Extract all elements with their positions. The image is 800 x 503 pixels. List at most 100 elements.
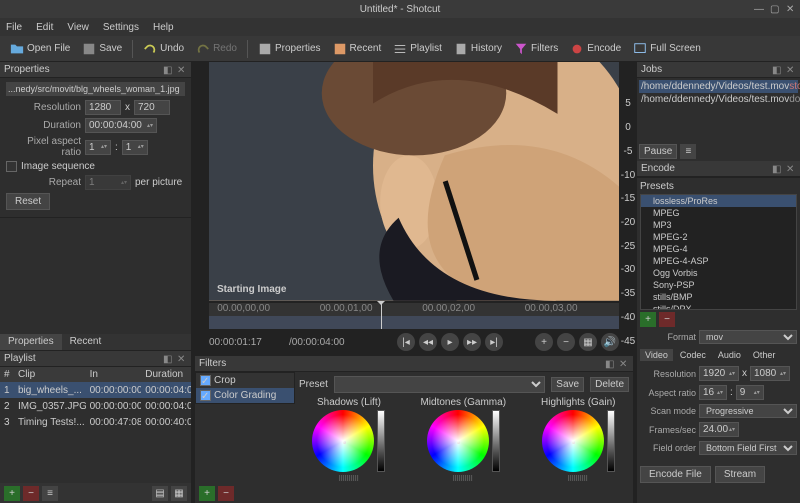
shadows-luma-slider[interactable] <box>377 410 385 472</box>
preset-item[interactable]: MPEG <box>641 207 796 219</box>
zoom-out-button[interactable]: − <box>557 333 575 351</box>
menu-button[interactable]: ≡ <box>42 486 58 501</box>
undock-icon[interactable]: ◧ <box>605 359 615 369</box>
zoom-in-button[interactable]: + <box>535 333 553 351</box>
field-order-select[interactable]: Bottom Field First <box>699 441 797 455</box>
recent-button[interactable]: Recent <box>329 40 386 58</box>
close-icon[interactable]: ✕ <box>786 4 796 14</box>
midtones-color-wheel[interactable] <box>427 410 489 472</box>
midtones-luma-slider[interactable] <box>492 410 500 472</box>
undo-button[interactable]: Undo <box>139 40 188 58</box>
close-panel-icon[interactable]: ✕ <box>619 359 629 369</box>
grip-icon[interactable] <box>568 475 588 481</box>
preset-item[interactable]: MPEG-2 <box>641 231 796 243</box>
preset-item[interactable]: Ogg Vorbis <box>641 267 796 279</box>
enc-ar-b[interactable]: 9▴▾ <box>736 385 764 400</box>
resolution-height[interactable]: 720 <box>134 100 170 115</box>
view-list-button[interactable]: ▤ <box>152 486 168 501</box>
undock-icon[interactable]: ◧ <box>163 65 173 75</box>
preset-item[interactable]: stills/DPX <box>641 303 796 310</box>
fps-field[interactable]: 24.00▴▾ <box>699 422 739 437</box>
image-sequence-checkbox[interactable] <box>6 161 17 172</box>
tab-audio[interactable]: Audio <box>713 349 746 361</box>
volume-button[interactable]: 🔊 <box>601 333 619 351</box>
history-button[interactable]: History <box>450 40 506 58</box>
highlights-luma-slider[interactable] <box>607 410 615 472</box>
timeline[interactable]: 00.00,00,00 00.00,01,00 00.00,02,00 00.0… <box>209 303 619 329</box>
close-panel-icon[interactable]: ✕ <box>177 65 187 75</box>
pause-jobs-button[interactable]: Pause <box>639 144 677 159</box>
close-panel-icon[interactable]: ✕ <box>177 354 187 364</box>
playlist-button[interactable]: Playlist <box>389 40 446 58</box>
menu-view[interactable]: View <box>67 22 89 33</box>
playlist-row[interactable]: 1big_wheels_...00:00:00:0000:00:04:00 <box>0 382 191 398</box>
encode-file-button[interactable]: Encode File <box>640 466 711 483</box>
close-panel-icon[interactable]: ✕ <box>786 164 796 174</box>
stream-button[interactable]: Stream <box>715 466 765 483</box>
fullscreen-button[interactable]: Full Screen <box>629 40 705 58</box>
par-a[interactable]: 1▴▾ <box>85 140 111 155</box>
job-row[interactable]: /home/ddennedy/Videos/test.movstopped <box>639 80 798 93</box>
remove-filter-button[interactable]: − <box>218 486 234 501</box>
grip-icon[interactable] <box>339 475 359 481</box>
resolution-width[interactable]: 1280 <box>85 100 121 115</box>
video-preview[interactable]: Starting Image <box>209 62 619 301</box>
add-button[interactable]: + <box>4 486 20 501</box>
preset-item[interactable]: MPEG-4 <box>641 243 796 255</box>
undock-icon[interactable]: ◧ <box>772 65 782 75</box>
open-file-button[interactable]: Open File <box>6 40 74 58</box>
minimize-icon[interactable]: — <box>754 4 764 14</box>
duration-field[interactable]: 00:00:04:00▴▾ <box>85 118 157 133</box>
menu-help[interactable]: Help <box>153 22 174 33</box>
close-panel-icon[interactable]: ✕ <box>786 65 796 75</box>
menu-file[interactable]: File <box>6 22 22 33</box>
undock-icon[interactable]: ◧ <box>163 354 173 364</box>
playlist-row[interactable]: 3Timing Tests!...00:00:47:0800:00:40:08 <box>0 414 191 430</box>
menu-settings[interactable]: Settings <box>103 22 139 33</box>
skip-end-button[interactable]: ▸| <box>485 333 503 351</box>
filter-item-crop[interactable]: ✓Crop <box>196 373 294 388</box>
jobs-menu-button[interactable]: ≡ <box>680 144 696 159</box>
save-button[interactable]: Save <box>78 40 126 58</box>
maximize-icon[interactable]: ▢ <box>770 4 780 14</box>
shadows-color-wheel[interactable] <box>312 410 374 472</box>
preset-item[interactable]: MPEG-4-ASP <box>641 255 796 267</box>
view-grid-button[interactable]: ▦ <box>171 486 187 501</box>
grid-button[interactable]: ▦ <box>579 333 597 351</box>
menu-edit[interactable]: Edit <box>36 22 53 33</box>
enc-res-w[interactable]: 1920▴▾ <box>699 366 739 381</box>
tab-recent[interactable]: Recent <box>62 334 110 350</box>
add-preset-button[interactable]: + <box>640 312 656 327</box>
format-select[interactable]: mov <box>699 330 797 344</box>
tab-properties[interactable]: Properties <box>0 334 62 350</box>
preset-item[interactable]: lossless/ProRes <box>641 195 796 207</box>
redo-button[interactable]: Redo <box>192 40 241 58</box>
rewind-button[interactable]: ◂◂ <box>419 333 437 351</box>
encode-button[interactable]: Encode <box>566 40 625 58</box>
enc-ar-a[interactable]: 16▴▾ <box>699 385 727 400</box>
scan-mode-select[interactable]: Progressive <box>699 404 797 418</box>
grip-icon[interactable] <box>453 475 473 481</box>
preset-item[interactable]: stills/BMP <box>641 291 796 303</box>
reset-button[interactable]: Reset <box>6 193 50 210</box>
play-button[interactable]: ▸ <box>441 333 459 351</box>
save-preset-button[interactable]: Save <box>551 377 584 392</box>
delete-preset-button[interactable]: Delete <box>590 377 629 392</box>
skip-start-button[interactable]: |◂ <box>397 333 415 351</box>
preset-item[interactable]: Sony-PSP <box>641 279 796 291</box>
playlist-row[interactable]: 2IMG_0357.JPG00:00:00:0000:00:04:00 <box>0 398 191 414</box>
properties-button[interactable]: Properties <box>254 40 325 58</box>
job-row[interactable]: /home/ddennedy/Videos/test.movdone <box>639 93 798 106</box>
remove-button[interactable]: − <box>23 486 39 501</box>
add-filter-button[interactable]: + <box>199 486 215 501</box>
fastfwd-button[interactable]: ▸▸ <box>463 333 481 351</box>
tab-codec[interactable]: Codec <box>675 349 711 361</box>
tab-video[interactable]: Video <box>640 349 673 361</box>
filters-button[interactable]: Filters <box>510 40 562 58</box>
par-b[interactable]: 1▴▾ <box>122 140 148 155</box>
highlights-color-wheel[interactable] <box>542 410 604 472</box>
preset-item[interactable]: MP3 <box>641 219 796 231</box>
undock-icon[interactable]: ◧ <box>772 164 782 174</box>
tab-other[interactable]: Other <box>748 349 781 361</box>
remove-preset-button[interactable]: − <box>659 312 675 327</box>
